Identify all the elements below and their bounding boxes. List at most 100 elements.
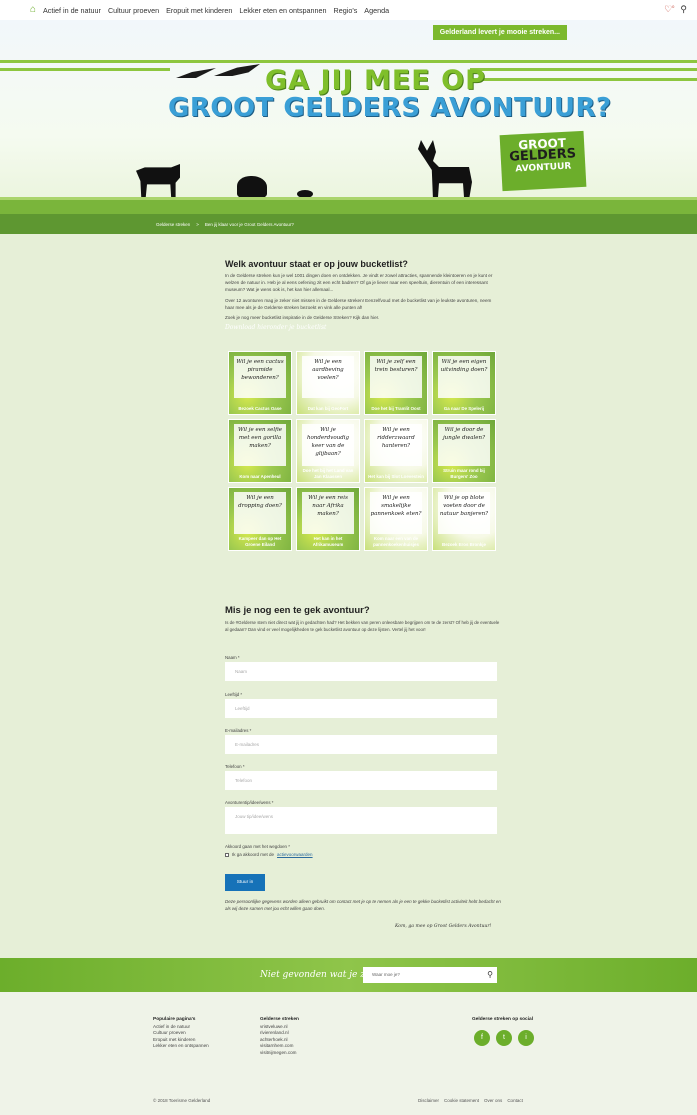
submit-button[interactable]: Stuur in (225, 874, 265, 891)
terms-checkbox-row[interactable]: Ik ga akkoord met de actievoorwaarden (225, 852, 313, 857)
tile-question: Wil je een eigen uitvinding doen? (438, 356, 490, 398)
footer-link[interactable]: Lekker eten en ontspannen (153, 1043, 209, 1050)
nav-item-cultuur[interactable]: Cultuur proeven (108, 6, 159, 15)
tile-caption-link[interactable]: Kom naar Apenheul (232, 474, 288, 480)
tile-caption-link[interactable]: Ga naar De Spelerij (436, 406, 492, 412)
terms-link[interactable]: actievoorwaarden (277, 852, 313, 857)
breadcrumb-current: Ben jij klaar voor je Groot Gelders Avon… (204, 221, 294, 227)
hero-title: GA JIJ MEE OP (265, 65, 486, 96)
bucketlist-tile[interactable]: Wil je een smakelijke pannenkoek eten? Ko… (364, 487, 428, 551)
home-icon[interactable]: ⌂ (30, 5, 40, 15)
hero-subtitle: GROOT GELDERS AVONTUUR? (168, 93, 612, 123)
tile-caption-link[interactable]: Bezoek Eros Bronkje (436, 542, 492, 548)
footer-link[interactable]: vristveluwe.nl (260, 1024, 299, 1031)
footer-link[interactable]: visitarnhem.com (260, 1043, 299, 1050)
breadcrumb-separator: > (196, 221, 199, 227)
footer-search-input[interactable]: Waar moe je? ⚲ (363, 967, 497, 983)
tile-question: Wil je een ridderzwaard hanteren? (370, 424, 422, 466)
privacy-disclaimer: Deze persoonlijke gegevens worden alleen… (225, 899, 501, 911)
intro-section: Welk avontuur staat er op jouw bucketlis… (225, 259, 500, 331)
tile-caption-link[interactable]: Bezoek Cactus Oase (232, 406, 288, 412)
instagram-icon[interactable]: i (518, 1030, 534, 1046)
footer-popular: Populaire pagina's Actief in de natuur C… (153, 1017, 209, 1050)
age-input[interactable]: Leeftijd (225, 699, 497, 718)
twitter-icon[interactable]: t (496, 1030, 512, 1046)
nav-item-actief[interactable]: Actief in de natuur (43, 6, 101, 15)
tile-question: Wil je een aardbeving voelen? (302, 356, 354, 398)
bucketlist-grid: Wil je een cactus piramide bewonderen? Be… (228, 351, 496, 551)
disclaimer-link[interactable]: Disclaimer (418, 1098, 439, 1103)
bucketlist-tile[interactable]: Wil je een dropping doen? Kampeer dan op … (228, 487, 292, 551)
footer-link[interactable]: achterhoek.nl (260, 1037, 299, 1044)
form-intro: Is de #Gelderse stem niet direct wat jij… (225, 620, 500, 632)
tile-caption-link[interactable]: Struin maar rond bij Burgers' Zoo (436, 468, 492, 479)
bucketlist-tile[interactable]: Wil je een ridderzwaard hanteren? Het kan… (364, 419, 428, 483)
nav-item-regios[interactable]: Regio's (334, 6, 358, 15)
email-input[interactable]: E-mailadres (225, 735, 497, 754)
tip-label: Avonturentip/idee/wens * (225, 800, 274, 805)
tile-caption-link[interactable]: Doe het bij Tramlit Oost (368, 406, 424, 412)
search-icon[interactable]: ⚲ (487, 970, 493, 979)
eagle-silhouette (214, 64, 260, 76)
bucketlist-tile[interactable]: Wil je een eigen uitvinding doen? Ga naar… (432, 351, 496, 415)
tip-textarea[interactable]: Jouw tip/idee/wens (225, 807, 497, 834)
footer-link[interactable]: visitnijmegen.com (260, 1050, 299, 1057)
footer-link[interactable]: Actief in de natuur (153, 1024, 209, 1031)
nav-item-agenda[interactable]: Agenda (364, 6, 389, 15)
nav-item-kinderen[interactable]: Eropuit met kinderen (166, 6, 232, 15)
footer-link[interactable]: rivierenland.nl (260, 1030, 299, 1037)
top-navigation: ⌂ Actief in de natuur Cultuur proeven Er… (0, 0, 697, 20)
facebook-icon[interactable]: f (474, 1030, 490, 1046)
phone-label: Telefoon * (225, 764, 245, 769)
bucketlist-tile[interactable]: Wil je een selfie met een gorilla maken?… (228, 419, 292, 483)
footer-link[interactable]: Cultuur proeven (153, 1030, 209, 1037)
contact-link[interactable]: Contact (507, 1098, 523, 1103)
stripe (470, 78, 697, 81)
footer-bottom-links: Disclaimer Cookie statement Over ons Con… (418, 1098, 523, 1103)
nav-item-eten[interactable]: Lekker eten en ontspannen (239, 6, 326, 15)
tile-caption-link[interactable]: Doe het bij het Land van Jan Klaassen (300, 468, 356, 479)
tile-caption-link[interactable]: Kom naar een van de pannenkoekenhuisjes (368, 536, 424, 547)
search-band: Niet gevonden wat je zocht? Waar moe je?… (0, 958, 697, 992)
breadcrumb-home-link[interactable]: Gelderse streken (156, 222, 190, 227)
breadcrumb: Gelderse streken > Ben jij klaar voor je… (0, 214, 697, 234)
download-bucketlist-link[interactable]: Download hieronder je bucketlist (225, 324, 500, 331)
age-label: Leeftijd * (225, 692, 243, 697)
search-icon[interactable]: ⚲ (680, 4, 687, 15)
copyright: © 2018 Toerisme Gelderland (153, 1098, 211, 1103)
cookie-link[interactable]: Cookie statement (444, 1098, 479, 1103)
intro-link-paragraph[interactable]: Zoek je nog meer bucketlist inspiratie i… (225, 314, 500, 321)
tile-caption-link[interactable]: Kampeer dan op Het Groene Eiland (232, 536, 288, 547)
signoff: Kom, ga mee op Groot Gelders Avontuur! (395, 924, 492, 929)
about-link[interactable]: Over ons (484, 1098, 502, 1103)
bucketlist-tile[interactable]: Wil je zelf een trein besturen? Doe het b… (364, 351, 428, 415)
form-title: Mis je nog een te gek avontuur? (225, 605, 370, 616)
stripe (470, 68, 697, 71)
bucketlist-tile[interactable]: Wil je op blote voeten door de natuur ba… (432, 487, 496, 551)
email-label: E-mailadres * (225, 728, 252, 733)
terms-checkbox[interactable] (225, 852, 229, 857)
intro-paragraph: In de Gelderse streken kun je wel 1001 d… (225, 273, 493, 293)
ground (0, 200, 697, 214)
favorites-heart-icon[interactable]: ♡0 (664, 4, 674, 15)
deer-silhouette (418, 140, 472, 200)
sheep-silhouette (237, 176, 267, 198)
tile-question: Wil je op blote voeten door de natuur ba… (438, 492, 490, 534)
tile-question: Wil je een smakelijke pannenkoek eten? (370, 492, 422, 534)
cow-silhouette (136, 164, 180, 198)
bucketlist-tile[interactable]: Wil je een reis naar Afrika maken? Het ka… (296, 487, 360, 551)
phone-input[interactable]: Telefoon (225, 771, 497, 790)
bucketlist-tile[interactable]: Wil je honderdvoudig keer van de glijbaa… (296, 419, 360, 483)
bucketlist-tile[interactable]: Wil je door de jungle dwalen? Struin maar… (432, 419, 496, 483)
tile-question: Wil je een cactus piramide bewonderen? (234, 356, 286, 398)
tile-question: Wil je honderdvoudig keer van de glijbaa… (302, 424, 354, 466)
bucketlist-tile[interactable]: Wil je een aardbeving voelen? Dat kan bij… (296, 351, 360, 415)
tile-caption-link[interactable]: Het kan bij Slot Loevestein (368, 474, 424, 480)
tile-question: Wil je een dropping doen? (234, 492, 286, 534)
tile-caption-link[interactable]: Het kan in het Afrikamuseum (300, 536, 356, 547)
bucketlist-tile[interactable]: Wil je een cactus piramide bewonderen? Be… (228, 351, 292, 415)
footer-link[interactable]: Eropuit met kinderen (153, 1037, 209, 1044)
name-input[interactable]: Naam (225, 662, 497, 681)
terms-label: Akkoord gaan met het wegdoen * (225, 844, 290, 849)
tile-caption-link[interactable]: Dat kan bij GeoFort (300, 406, 356, 412)
